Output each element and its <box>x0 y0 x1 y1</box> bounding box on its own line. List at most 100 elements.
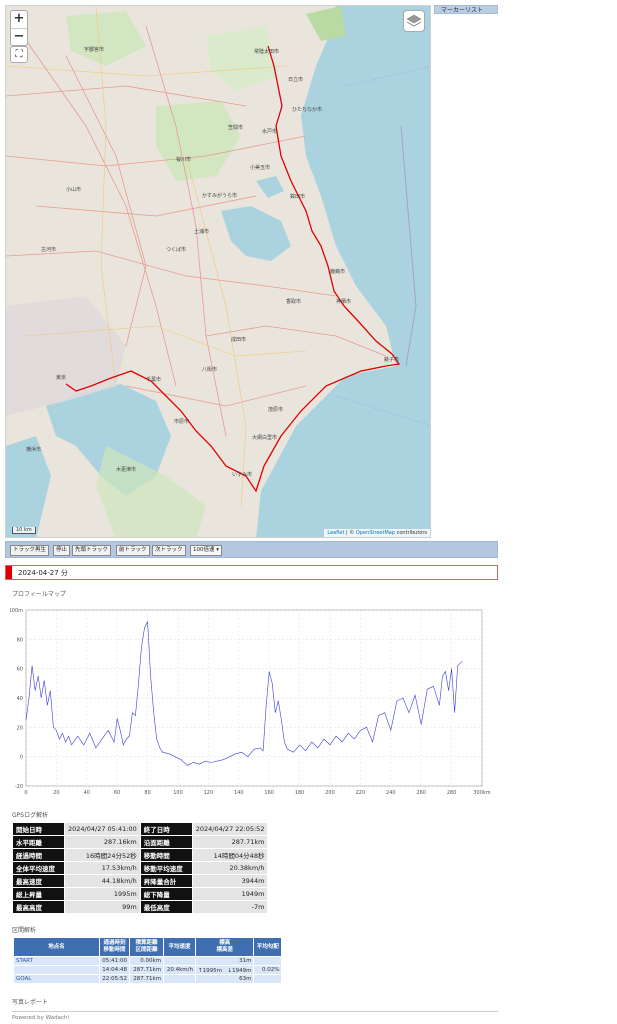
col-dist-a: 積算距離 <box>135 940 158 946</box>
map-label: 小美玉市 <box>250 165 271 171</box>
x-tick-label: 160 <box>264 790 274 796</box>
segment-cell-elev: ↑1995m ↓1949m <box>194 965 255 975</box>
segment-cell-grade <box>253 974 283 984</box>
segment-cell-elev: 63m <box>194 974 255 984</box>
gps-stat-label: 全体平均速度 <box>12 861 65 875</box>
segment-cell-name: START <box>13 956 100 966</box>
map-label: 常陸太田市 <box>254 49 280 55</box>
gps-analysis-title: GPSログ解析 <box>12 812 49 819</box>
chevron-down-icon: ▾ <box>216 547 220 553</box>
gps-stat-value: 20.38km/h <box>191 861 269 875</box>
gps-stat-value: 287.16km <box>64 835 141 849</box>
layers-button[interactable] <box>403 10 425 32</box>
col-time: 通過時刻 移動時間 <box>99 937 130 957</box>
zoom-control: + − <box>10 10 28 46</box>
gps-stat-label: 最低高度 <box>139 900 193 914</box>
layers-icon <box>406 14 422 27</box>
speed-select[interactable]: 100倍速 ▾ <box>190 545 223 556</box>
fullscreen-button[interactable]: ⛶ <box>10 46 28 63</box>
gps-stat-value: 1949m <box>191 887 269 901</box>
x-tick-label: 0 <box>24 790 27 796</box>
map-label: 神栖市 <box>336 299 352 305</box>
map-label: 宇都宮市 <box>84 47 105 53</box>
leaflet-link[interactable]: Leaflet <box>327 530 344 536</box>
segment-cell-dist: 0.00km <box>129 956 164 966</box>
date-label: 2024-04-27 分 <box>18 569 68 577</box>
x-tick-label: 20 <box>53 790 59 796</box>
zoom-out-button[interactable]: − <box>11 28 27 45</box>
first-track-button[interactable]: 先頭トラック <box>72 545 112 556</box>
gps-stat-label: 水平距離 <box>12 835 65 849</box>
y-tick-label: 80 <box>17 637 23 643</box>
segment-cell-time: 22:05:52 <box>99 974 130 984</box>
map-scale: 10 km <box>12 527 36 534</box>
map-label: 桜川市 <box>176 157 192 163</box>
gps-stat-label: 沿面距離 <box>139 835 193 849</box>
map-tiles[interactable] <box>6 6 431 538</box>
gps-stat-value: 16時間24分52秒 <box>64 848 141 862</box>
map-label: 鉾田市 <box>290 194 306 200</box>
gps-stat-label: 移動平均速度 <box>139 861 193 875</box>
route-map[interactable]: 宇都宮市 常陸太田市 日立市 ひたちなか市 水戸市 笠間市 小美玉市 鉾田市 か… <box>5 5 431 538</box>
y-tick-label: 100m <box>10 608 23 614</box>
gps-stat-value: -7m <box>191 900 269 914</box>
col-dist: 積算距離 区間距離 <box>129 937 164 957</box>
x-tick-label: 180 <box>295 790 305 796</box>
prev-track-button[interactable]: 前トラック <box>116 545 150 556</box>
segment-row: GOAL 22:05:52 287.71km 63m <box>13 974 283 984</box>
powered-by-text: Powered by Wadachi <box>12 1015 69 1021</box>
map-label: 茂原市 <box>268 407 284 413</box>
gps-stat-value: 2024/04/27 22:05:52 <box>191 822 269 836</box>
date-bar[interactable]: 2024-04-27 分 <box>5 565 498 580</box>
col-time-a: 通過時刻 <box>103 940 126 946</box>
segment-cell-speed <box>163 974 196 984</box>
track-color-swatch <box>6 566 12 579</box>
map-label: 小山市 <box>66 187 82 193</box>
segment-header-row: 地点名 通過時刻 移動時間 積算距離 区間距離 平均速度 標高 標高差 平均勾配 <box>13 937 283 957</box>
gps-stat-label: 最高速度 <box>12 874 65 888</box>
map-label: 古河市 <box>41 247 57 253</box>
next-track-button[interactable]: 次トラック <box>152 545 186 556</box>
map-attribution: Leaflet | © OpenStreetMap contributors <box>324 529 430 537</box>
x-tick-label: 240 <box>386 790 396 796</box>
segment-table: 地点名 通過時刻 移動時間 積算距離 区間距離 平均速度 標高 標高差 平均勾配 ST… <box>13 937 283 984</box>
map-label: 横浜市 <box>26 447 42 453</box>
col-elev-a: 標高 <box>219 940 231 946</box>
attribution-tail: contributors <box>395 530 427 536</box>
segment-cell-speed: 20.4km/h <box>163 965 196 975</box>
gps-stats-row: 全体平均速度 17.53km/h 移動平均速度 20.38km/h <box>12 861 269 875</box>
stop-button[interactable]: 停止 <box>53 545 71 556</box>
map-label: かすみがうら市 <box>202 193 238 199</box>
gps-stats-row: 最高高度 99m 最低高度 -7m <box>12 900 269 914</box>
col-grade: 平均勾配 <box>253 937 283 957</box>
x-tick-label: 100 <box>173 790 183 796</box>
segment-cell-speed <box>163 956 196 966</box>
play-track-button[interactable]: トラック再生 <box>10 545 50 556</box>
segment-cell-grade <box>253 956 283 966</box>
track-toolbar: トラック再生 停止 先頭トラック 前トラック 次トラック 100倍速 ▾ <box>5 541 498 558</box>
elevation-profile-chart: -20020406080100m0 20 40 60 80 100 120 140 160 180… <box>10 608 491 796</box>
x-tick-label: 140 <box>234 790 244 796</box>
segment-cell-name <box>13 965 100 975</box>
map-label: 香取市 <box>286 299 302 305</box>
map-label: つくば市 <box>166 247 187 253</box>
segment-row: START 05:41:00 0.00km 31m <box>13 956 283 966</box>
col-dist-b: 区間距離 <box>135 947 158 953</box>
segment-cell-dist: 287.71km <box>129 974 164 984</box>
x-tick-label: 280 <box>447 790 457 796</box>
gps-stat-label: 総上昇量 <box>12 887 65 901</box>
y-tick-label: 20 <box>17 725 23 731</box>
gps-stat-label: 最高高度 <box>12 900 65 914</box>
gps-stat-value: 2024/04/27 05:41:00 <box>64 822 141 836</box>
map-label: 日立市 <box>288 77 304 83</box>
col-speed: 平均速度 <box>163 937 196 957</box>
zoom-in-button[interactable]: + <box>11 11 27 28</box>
gps-stat-label: 昇降量合計 <box>139 874 193 888</box>
speed-select-value: 100倍速 <box>193 547 215 553</box>
map-label: いすみ市 <box>232 472 253 478</box>
osm-link[interactable]: OpenStreetMap <box>356 530 395 536</box>
x-tick-label: 220 <box>356 790 366 796</box>
segment-row: 14:04:48 287.71km 20.4km/h ↑1995m ↓1949m 0.0… <box>13 965 283 975</box>
map-label: 八街市 <box>202 367 218 373</box>
map-label: 銚子市 <box>384 357 400 363</box>
